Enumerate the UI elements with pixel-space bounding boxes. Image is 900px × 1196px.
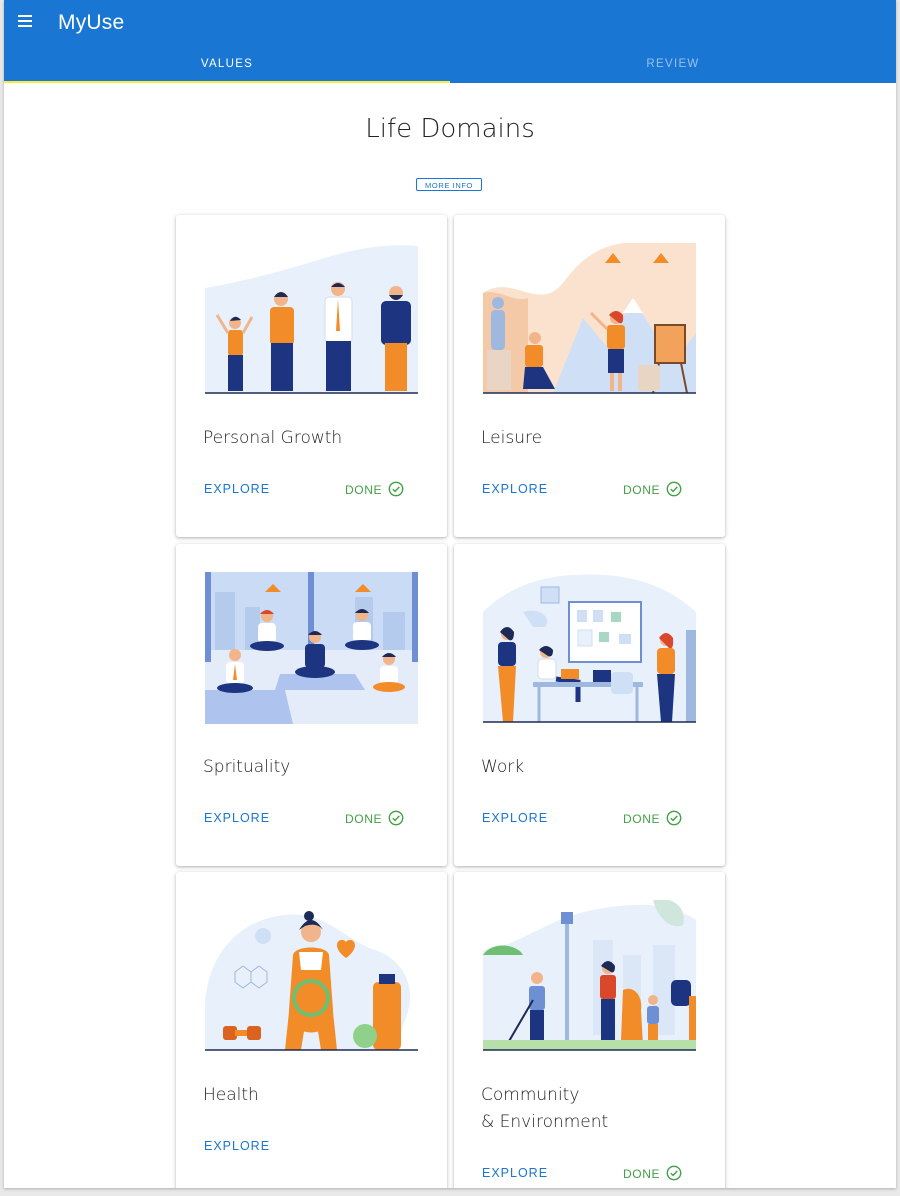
office-meeting-illustration: [483, 574, 696, 723]
card-title-line-2: & Environment: [481, 1112, 609, 1132]
explore-button[interactable]: EXPLORE: [204, 811, 270, 825]
card-community-environment: Community & Environment EXPLORE DONE: [454, 872, 725, 1188]
check-circle-icon: [388, 481, 404, 497]
card-title: Work: [481, 757, 525, 777]
done-label: DONE: [345, 483, 383, 497]
app-window: MyUse VALUES REVIEW Life Domains MORE IN…: [4, 0, 896, 1188]
done-label: DONE: [623, 1167, 661, 1181]
card-leisure: Leisure EXPLORE DONE: [454, 215, 725, 537]
done-status: DONE: [623, 1165, 682, 1181]
card-title-line-1: Community: [481, 1085, 580, 1105]
done-status: DONE: [345, 810, 404, 826]
check-circle-icon: [388, 810, 404, 826]
tab-review[interactable]: REVIEW: [450, 58, 896, 83]
card-title: Personal Growth: [203, 428, 343, 448]
done-label: DONE: [623, 483, 661, 497]
card-title: Sprituality: [203, 757, 291, 777]
page-title: Life Domains: [365, 114, 535, 144]
card-work: Work EXPLORE DONE: [454, 544, 725, 866]
card-title: Community & Environment: [481, 1082, 608, 1136]
check-circle-icon: [666, 481, 682, 497]
tab-indicator: [4, 81, 450, 83]
check-circle-icon: [666, 810, 682, 826]
explore-button[interactable]: EXPLORE: [204, 482, 270, 496]
done-label: DONE: [345, 812, 383, 826]
menu-icon[interactable]: [18, 15, 32, 27]
card-title: Health: [203, 1085, 259, 1105]
done-label: DONE: [623, 812, 661, 826]
meditation-class-illustration: [205, 572, 418, 724]
card-spirituality: Sprituality EXPLORE DONE: [176, 544, 447, 866]
explore-button[interactable]: EXPLORE: [482, 1166, 548, 1180]
group-of-people-illustration: [205, 245, 418, 394]
explore-button[interactable]: EXPLORE: [482, 482, 548, 496]
done-status: DONE: [623, 481, 682, 497]
more-info-button[interactable]: MORE INFO: [416, 178, 482, 191]
park-cleanup-illustration: [483, 900, 696, 1051]
artists-painting-illustration: [483, 243, 696, 394]
app-bar: MyUse VALUES REVIEW: [4, 0, 896, 83]
explore-button[interactable]: EXPLORE: [482, 811, 548, 825]
done-status: DONE: [345, 481, 404, 497]
card-personal-growth: Personal Growth EXPLORE DONE: [176, 215, 447, 537]
explore-button[interactable]: EXPLORE: [204, 1139, 270, 1153]
done-status: DONE: [623, 810, 682, 826]
card-title: Leisure: [481, 428, 543, 448]
check-circle-icon: [666, 1165, 682, 1181]
app-title: MyUse: [58, 11, 125, 34]
tab-values[interactable]: VALUES: [4, 58, 450, 83]
card-health: Health EXPLORE: [176, 872, 447, 1188]
healthy-woman-illustration: [205, 911, 418, 1051]
